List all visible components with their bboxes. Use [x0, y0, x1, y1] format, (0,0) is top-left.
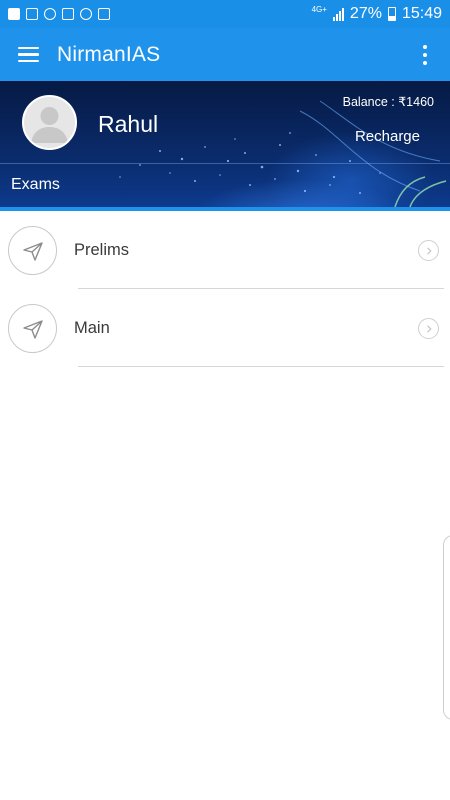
list-item-label: Main	[74, 319, 110, 337]
username: Rahul	[98, 111, 159, 137]
app-bar: NirmanIAS	[0, 28, 450, 81]
user-placeholder-icon	[31, 107, 68, 143]
exam-list: Prelims Main	[0, 211, 450, 367]
avatar[interactable]	[22, 95, 77, 150]
profile-header: Rahul Balance : ₹1460 Recharge Exams	[0, 81, 450, 207]
notification-icons	[8, 8, 110, 20]
battery-icon	[387, 7, 396, 21]
header-divider	[0, 163, 450, 164]
news-notification-icon	[62, 8, 74, 20]
chrome-notification-icon-2	[80, 8, 92, 20]
chevron-right-icon	[418, 318, 439, 339]
more-vert-icon[interactable]	[400, 28, 450, 81]
list-item-label: Prelims	[74, 241, 130, 259]
list-item-prelims[interactable]: Prelims	[0, 211, 450, 289]
paper-plane-icon	[8, 226, 57, 275]
paper-plane-icon	[8, 304, 57, 353]
balance-label: Balance : ₹1460	[342, 95, 434, 109]
status-bar: 4G+ 27% 15:49	[0, 0, 450, 28]
signal-icon	[332, 7, 344, 21]
edge-panel-handle[interactable]	[443, 535, 450, 720]
clock: 15:49	[401, 5, 442, 22]
facebook-notification-icon	[8, 8, 20, 20]
hamburger-menu-icon[interactable]	[0, 28, 56, 81]
chrome-notification-icon	[44, 8, 56, 20]
app-title: NirmanIAS	[57, 42, 161, 66]
status-indicators: 4G+ 27% 15:49	[312, 5, 442, 23]
section-title: Exams	[11, 176, 60, 193]
gallery-notification-icon	[26, 8, 38, 20]
list-item-main[interactable]: Main	[0, 289, 450, 367]
camera-notification-icon	[98, 8, 110, 20]
chevron-right-icon	[418, 240, 439, 261]
network-type: 4G+	[311, 5, 327, 14]
battery-percent: 27%	[349, 5, 382, 22]
recharge-button[interactable]: Recharge	[355, 128, 420, 145]
list-divider	[78, 366, 444, 367]
